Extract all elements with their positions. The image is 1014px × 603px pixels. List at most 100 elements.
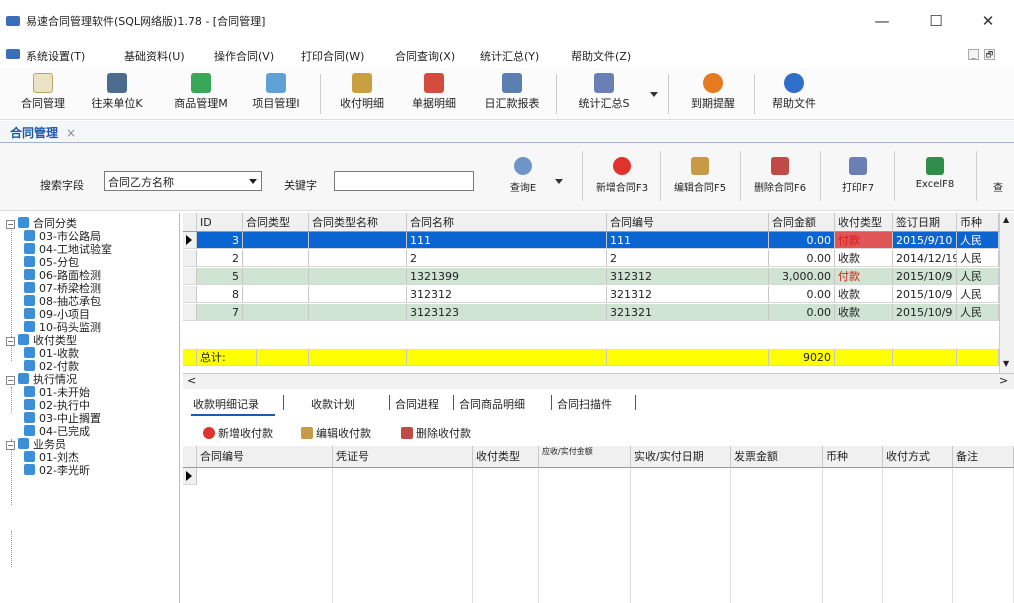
tree-item[interactable]: 05-分包 — [24, 256, 79, 270]
toolbar-due-reminder-button[interactable]: 到期提醒 — [678, 71, 748, 117]
scroll-down-icon[interactable]: ▼ — [1003, 359, 1009, 368]
tree-item[interactable]: 01-未开始 — [24, 386, 90, 400]
table-cell[interactable]: 3,000.00 — [769, 268, 835, 285]
column-header[interactable]: 币种 — [823, 446, 883, 468]
table-cell[interactable]: 3123123 — [407, 304, 607, 321]
table-cell[interactable]: 收款 — [835, 250, 893, 267]
tab-contract-progress[interactable]: 合同进程 — [395, 396, 439, 412]
tree-item[interactable]: 10-码头监测 — [24, 321, 101, 335]
column-header[interactable]: 发票金额 — [731, 446, 823, 468]
column-header[interactable]: 币种 — [957, 213, 999, 232]
table-cell[interactable]: 人民 — [957, 304, 999, 321]
column-header[interactable]: 实收/实付日期 — [631, 446, 731, 468]
table-cell[interactable]: 0.00 — [769, 232, 835, 249]
statistics-dropdown-icon[interactable] — [650, 92, 658, 97]
table-cell[interactable] — [309, 268, 407, 285]
table-cell[interactable] — [243, 250, 309, 267]
toolbar-projects-button[interactable]: 项目管理I — [240, 71, 312, 117]
table-cell[interactable]: 111 — [407, 232, 607, 249]
column-header[interactable]: 合同类型 — [243, 213, 309, 232]
table-cell[interactable]: 0.00 — [769, 250, 835, 267]
toolbar-payment-details-button[interactable]: 收付明细 — [330, 71, 394, 117]
table-cell[interactable]: 2015/10/9 — [893, 286, 957, 303]
column-header[interactable]: 应收/实付金额 — [539, 446, 631, 468]
mdi-minimize-button[interactable]: _ — [968, 49, 979, 60]
row-indicator[interactable] — [183, 268, 197, 285]
query-dropdown-icon[interactable] — [555, 179, 563, 184]
grid-horizontal-scrollbar[interactable]: < > — [183, 373, 1014, 389]
edit-contract-button[interactable]: 编辑合同F5 — [664, 149, 736, 205]
table-cell[interactable]: 2015/10/9 — [893, 268, 957, 285]
table-cell[interactable]: 2015/10/9 — [893, 304, 957, 321]
edit-payment-button[interactable]: 编辑收付款 — [301, 425, 371, 441]
menu-statistics[interactable]: 统计汇总(Y) — [480, 48, 539, 64]
table-cell[interactable] — [243, 268, 309, 285]
tree-item[interactable]: 08-抽芯承包 — [24, 295, 101, 309]
tree-group[interactable]: − 收付类型 — [6, 334, 77, 348]
minimize-button[interactable]: — — [868, 10, 896, 32]
collapse-icon[interactable]: − — [6, 441, 15, 450]
table-cell[interactable]: 0.00 — [769, 304, 835, 321]
scroll-up-icon[interactable]: ▲ — [1003, 215, 1009, 224]
scroll-left-icon[interactable]: < — [187, 374, 196, 387]
column-header[interactable]: 合同类型名称 — [309, 213, 407, 232]
query-button[interactable]: 查询E — [498, 149, 548, 205]
menu-print-contract[interactable]: 打印合同(W) — [301, 48, 364, 64]
row-indicator[interactable] — [183, 286, 197, 303]
tree-item[interactable]: 03-中止搁置 — [24, 412, 101, 426]
mdi-restore-button[interactable]: 🗗 — [984, 49, 995, 60]
table-cell[interactable]: 人民 — [957, 250, 999, 267]
tab-contract-goods[interactable]: 合同商品明细 — [459, 396, 525, 412]
table-cell[interactable]: 2 — [197, 250, 243, 267]
collapse-icon[interactable]: − — [6, 337, 15, 346]
toolbar-help-button[interactable]: 帮助文件 — [762, 71, 826, 117]
table-cell[interactable]: 2014/12/19 — [893, 250, 957, 267]
table-cell[interactable]: 312312 — [407, 286, 607, 303]
tab-payment-plan[interactable]: 收款计划 — [311, 396, 355, 412]
table-cell[interactable]: 321321 — [607, 304, 769, 321]
table-cell[interactable] — [243, 286, 309, 303]
table-cell[interactable]: 5 — [197, 268, 243, 285]
tree-item[interactable]: 01-收款 — [24, 347, 79, 361]
table-cell[interactable]: 2015/9/10 — [893, 232, 957, 249]
tree-item[interactable]: 06-路面检测 — [24, 269, 101, 283]
tab-payment-records[interactable]: 收款明细记录 — [193, 396, 259, 412]
tree-item[interactable]: 01-刘杰 — [24, 451, 79, 465]
menu-help[interactable]: 帮助文件(Z) — [571, 48, 631, 64]
tree-group[interactable]: − 合同分类 — [6, 217, 77, 231]
tab-contract-scans[interactable]: 合同扫描件 — [557, 396, 612, 412]
table-cell[interactable]: 人民 — [957, 286, 999, 303]
menu-operate-contract[interactable]: 操作合同(V) — [214, 48, 274, 64]
table-cell[interactable]: 8 — [197, 286, 243, 303]
table-cell[interactable]: 312312 — [607, 268, 769, 285]
collapse-icon[interactable]: − — [6, 376, 15, 385]
add-payment-button[interactable]: 新增收付款 — [203, 425, 273, 441]
toolbar-contract-manage-button[interactable]: 合同管理 — [14, 71, 72, 117]
table-cell[interactable] — [309, 286, 407, 303]
toolbar-goods-button[interactable]: 商品管理M — [160, 71, 242, 117]
print-button[interactable]: 打印F7 — [830, 149, 886, 205]
table-cell[interactable]: 321312 — [607, 286, 769, 303]
table-cell[interactable] — [309, 250, 407, 267]
row-indicator[interactable] — [183, 250, 197, 267]
maximize-button[interactable]: ☐ — [922, 10, 950, 32]
table-cell[interactable] — [243, 232, 309, 249]
column-header[interactable]: 备注 — [953, 446, 1014, 468]
column-header[interactable]: 收付类型 — [835, 213, 893, 232]
tree-group[interactable]: − 业务员 — [6, 438, 66, 452]
row-indicator[interactable] — [183, 468, 197, 485]
tree-group[interactable]: − 执行情况 — [6, 373, 77, 387]
column-header[interactable]: 收付类型 — [473, 446, 539, 468]
menu-contract-query[interactable]: 合同查询(X) — [395, 48, 455, 64]
table-cell[interactable]: 2 — [407, 250, 607, 267]
table-cell[interactable]: 111 — [607, 232, 769, 249]
more-query-button[interactable]: 查 — [984, 149, 1012, 205]
tree-item[interactable]: 04-已完成 — [24, 425, 90, 439]
toolbar-daily-report-button[interactable]: 日汇款报表 — [474, 71, 550, 117]
column-header[interactable]: 合同编号 — [197, 446, 333, 468]
column-header[interactable]: ID — [197, 213, 243, 232]
tree-item[interactable]: 03-市公路局 — [24, 230, 101, 244]
table-cell[interactable] — [309, 232, 407, 249]
table-cell[interactable]: 0.00 — [769, 286, 835, 303]
tree-item[interactable]: 04-工地试验室 — [24, 243, 112, 257]
